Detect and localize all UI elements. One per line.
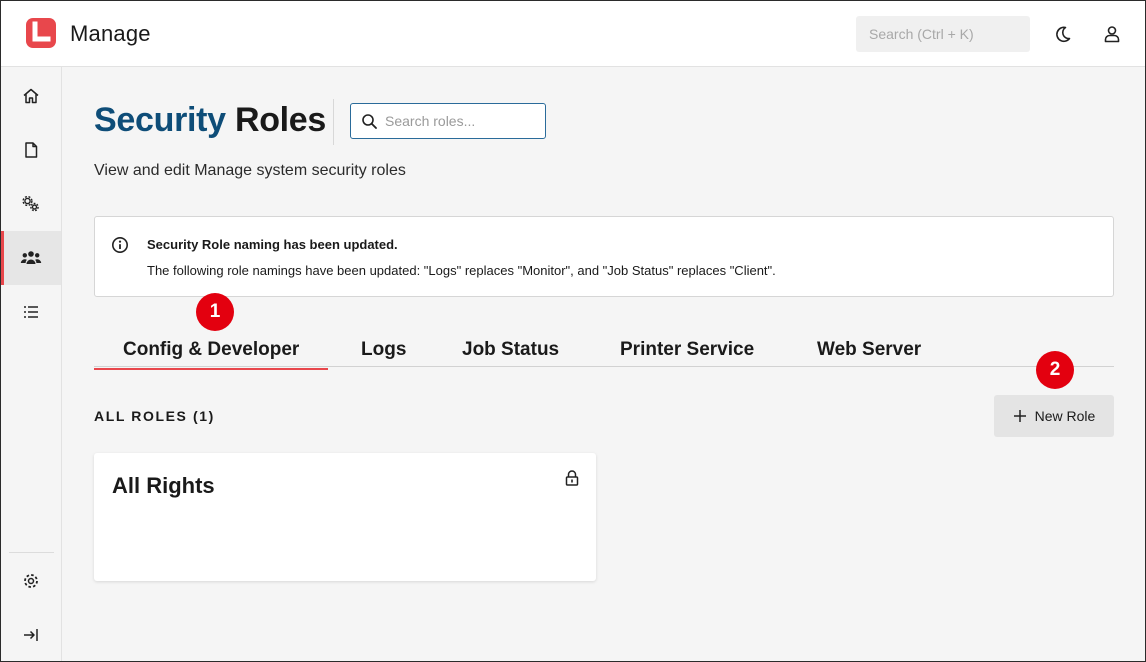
info-notice: Security Role naming has been updated. T… (94, 216, 1114, 297)
top-header: Manage Search (Ctrl + K) (1, 1, 1145, 67)
page-title-part-1: Security (94, 101, 226, 139)
list-icon (24, 306, 38, 318)
lock-icon (565, 470, 579, 486)
gear-icon (24, 574, 38, 588)
role-card-all-rights[interactable]: All Rights (94, 453, 596, 581)
page-subtitle: View and edit Manage system security rol… (94, 162, 406, 179)
title-divider (333, 99, 334, 145)
sidebar-divider (9, 552, 54, 553)
app-window: Manage Search (Ctrl + K) Security Roles … (0, 0, 1146, 662)
callout-badge-2: 2 (1036, 351, 1074, 389)
user-icon[interactable] (1101, 23, 1123, 45)
sidebar-item-settings[interactable] (1, 554, 61, 608)
role-tabs: Config & Developer Logs Job Status Print… (93, 333, 1114, 370)
sidebar-item-security-roles[interactable] (1, 231, 61, 285)
new-role-button[interactable]: New Role (994, 395, 1114, 437)
callout-badge-1: 1 (196, 293, 234, 331)
role-search-input[interactable] (385, 112, 535, 130)
notice-body: The following role namings have been upd… (147, 263, 776, 278)
sidebar-item-documents[interactable] (1, 123, 61, 177)
tab-logs[interactable]: Logs (361, 339, 406, 361)
sidebar-item-services[interactable] (1, 177, 61, 231)
tab-config-developer[interactable]: Config & Developer (93, 339, 329, 370)
sidebar-item-home[interactable] (1, 69, 61, 123)
new-role-label: New Role (1034, 408, 1096, 424)
plus-icon (1013, 410, 1026, 422)
sidebar-item-collapse[interactable] (1, 608, 61, 661)
sidebar (1, 67, 62, 661)
main-content: Security Roles View and edit Manage syst… (62, 67, 1145, 661)
global-search-input[interactable]: Search (Ctrl + K) (856, 16, 1030, 52)
page-title: Security Roles (94, 101, 326, 140)
sidebar-item-lists[interactable] (1, 285, 61, 339)
all-roles-label: ALL ROLES (1) (94, 408, 215, 424)
role-card-title: All Rights (112, 473, 215, 498)
gears-icon (22, 195, 39, 212)
tab-web-server[interactable]: Web Server (817, 339, 921, 361)
search-icon (362, 114, 377, 129)
info-icon (112, 237, 128, 253)
users-icon (20, 251, 42, 264)
notice-title: Security Role naming has been updated. (147, 237, 398, 252)
tab-printer-service[interactable]: Printer Service (620, 339, 754, 361)
role-search-box[interactable] (350, 103, 546, 139)
home-icon (23, 88, 39, 104)
document-icon (25, 142, 38, 158)
app-title: Manage (70, 21, 151, 46)
tab-job-status[interactable]: Job Status (462, 339, 559, 361)
moon-icon[interactable] (1052, 23, 1074, 45)
app-logo[interactable] (25, 17, 57, 49)
page-title-part-2: Roles (234, 101, 327, 139)
collapse-icon (24, 629, 38, 641)
